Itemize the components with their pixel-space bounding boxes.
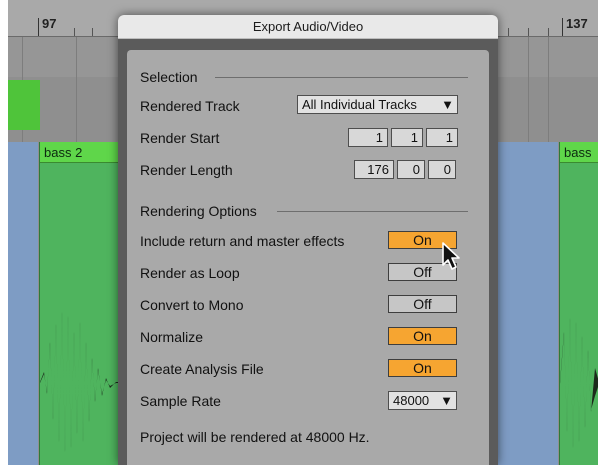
ruler-minor-tick [92,28,93,36]
clip-name: bass [564,145,592,160]
option-label: Create Analysis File [140,361,264,377]
dialog-title: Export Audio/Video [252,19,364,34]
ruler-tick [562,18,563,36]
option-label: Convert to Mono [140,297,244,313]
option-label: Normalize [140,329,204,345]
dialog-titlebar[interactable]: Export Audio/Video [118,15,498,39]
rendered-track-value: All Individual Tracks [302,97,417,112]
ruler-minor-tick [508,28,509,36]
clip-header[interactable]: bass [560,142,598,163]
arrangement-view: 97 137 bass 2 bass Export Audio/Video Se… [8,0,598,465]
rendered-track-label: Rendered Track [140,98,240,114]
normalize-toggle[interactable]: On [388,327,457,345]
render-info-note: Project will be rendered at 48000 Hz. [140,429,370,445]
dialog-panel: Selection Rendered Track All Individual … [127,50,489,465]
triangle-down-icon: ▼ [441,97,454,112]
sample-rate-label: Sample Rate [140,393,221,409]
triangle-down-icon: ▼ [440,393,453,408]
sample-rate-value: 48000 [393,393,430,408]
audio-clip-bass[interactable]: bass [559,142,598,465]
rendered-track-dropdown[interactable]: All Individual Tracks ▼ [297,95,458,114]
render-start-sixteenth-field[interactable]: 1 [426,128,458,147]
section-header-rendering-options: Rendering Options [140,203,257,219]
section-header-selection: Selection [140,69,198,85]
option-label: Render as Loop [140,265,240,281]
sample-rate-dropdown[interactable]: 48000 ▼ [388,391,457,410]
render-start-bar-field[interactable]: 1 [348,128,388,147]
section-divider [277,211,468,212]
ruler-marker-right: 137 [566,16,588,31]
render-length-sixteenth-field[interactable]: 0 [428,160,456,179]
ruler-minor-tick [548,28,549,36]
render-length-bar-field[interactable]: 176 [354,160,394,179]
ruler-tick [38,18,39,36]
section-divider [215,77,468,78]
create-analysis-file-toggle[interactable]: On [388,359,457,377]
ruler-minor-tick [528,28,529,36]
audio-clip-bass-2[interactable]: bass 2 [39,142,130,465]
render-length-beat-field[interactable]: 0 [397,160,425,179]
pointer-cursor-icon [442,242,460,270]
waveform [40,312,130,452]
option-label: Include return and master effects [140,233,345,249]
audio-clip-blue[interactable] [8,142,38,465]
render-start-label: Render Start [140,130,220,146]
waveform [560,318,598,448]
convert-to-mono-toggle[interactable]: Off [388,295,457,313]
render-length-label: Render Length [140,162,233,178]
clip-name: bass 2 [44,145,83,160]
render-start-beat-field[interactable]: 1 [391,128,423,147]
export-dialog: Export Audio/Video Selection Rendered Tr… [118,15,498,465]
midi-clip[interactable] [8,80,40,130]
clip-header[interactable]: bass 2 [40,142,130,163]
ruler-marker-left: 97 [42,16,57,31]
ruler-minor-tick [74,28,75,36]
